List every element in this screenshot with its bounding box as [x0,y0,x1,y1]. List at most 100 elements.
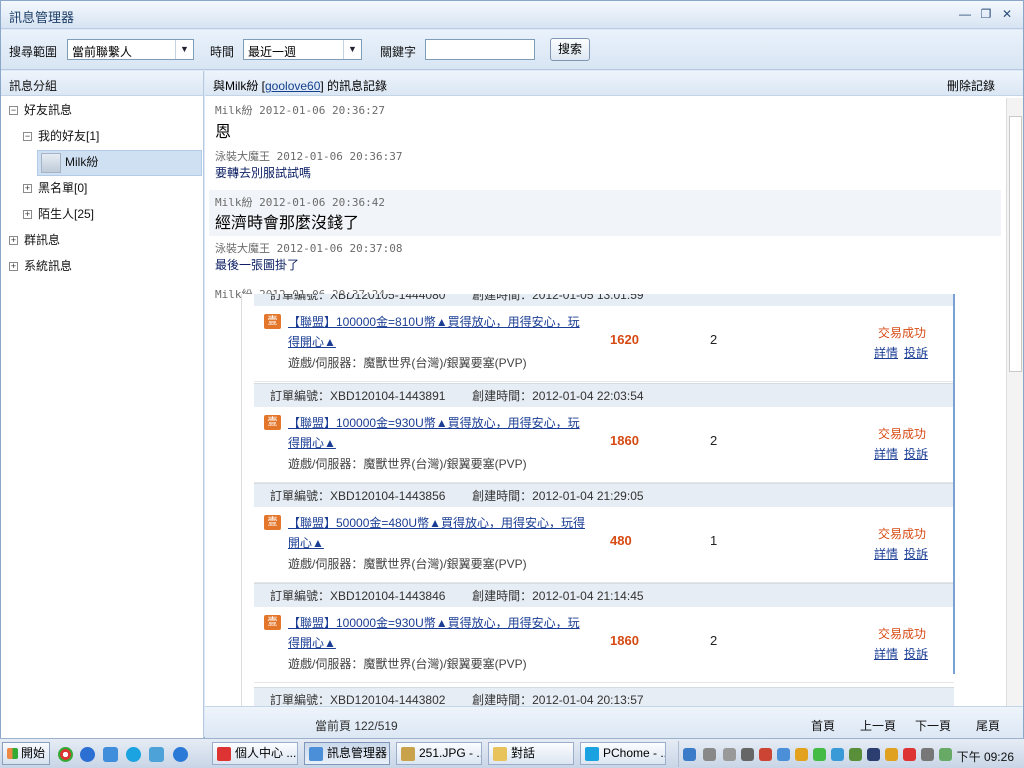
qq-icon[interactable] [795,748,808,761]
tree-blacklist[interactable]: + 黑名單[0] [23,176,87,200]
media-player-icon[interactable] [80,747,95,762]
task-personal-center[interactable]: 個人中心 ... [212,742,298,765]
messenger-icon [309,747,323,761]
collapse-icon[interactable]: − [9,106,18,116]
vertical-scrollbar[interactable] [1006,98,1023,706]
delete-records-link[interactable]: 刪除記錄 [947,77,995,94]
first-page-link[interactable]: 首頁 [811,717,835,734]
windows-flag-icon [7,748,18,759]
next-page-link[interactable]: 下一頁 [915,717,951,734]
app-icon[interactable] [103,747,118,762]
tray-app-icon[interactable] [813,748,826,761]
tray-app-icon[interactable] [939,748,952,761]
scrollbar-thumb[interactable] [1009,116,1022,372]
order-header: 訂單編號：XBD120104-1443856 創建時間：2012-01-04 2… [254,483,954,507]
product-link[interactable]: 【聯盟】50000金=480U幣▲買得放心，用得安心，玩得開心▲ [288,513,588,553]
shop-icon: 壹 [264,515,281,530]
tray-app-icon[interactable] [885,748,898,761]
complain-link[interactable]: 投訴 [904,547,928,561]
expand-icon[interactable]: + [9,262,18,272]
order-links: 詳情 投訴 [874,645,934,662]
scope-select[interactable]: 當前聯繫人 ▼ [67,39,194,60]
detail-link[interactable]: 詳情 [874,447,898,461]
detail-link[interactable]: 詳情 [874,547,898,561]
title-bar[interactable]: 訊息管理器 — ❐ ✕ [1,1,1023,29]
order-qty: 1 [710,533,718,548]
order-price: 1860 [610,633,639,648]
order-header: 訂單編號：XBD120104-1443891 創建時間：2012-01-04 2… [254,383,954,407]
embedded-order-image: 訂單編號：XBD120105-1444080 創建時間：2012-01-05 1… [241,294,955,706]
close-icon[interactable]: ✕ [1000,7,1014,21]
avatar [41,153,61,173]
message-time: 2012-01-06 20:36:37 [276,150,403,163]
order-row: 壹 【聯盟】100000金=930U幣▲買得放心，用得安心，玩得開心▲ 遊戲/伺… [254,407,954,483]
order-row: 壹 【聯盟】100000金=930U幣▲買得放心，用得安心，玩得開心▲ 遊戲/伺… [254,607,954,683]
tree-label: 系統訊息 [24,259,73,273]
folder-icon [493,747,507,761]
tray-app-icon[interactable] [831,748,844,761]
order-row: 壹 【聯盟】100000金=810U幣▲買得放心，用得安心，玩得開心▲ 遊戲/伺… [254,306,954,382]
detail-link[interactable]: 詳情 [874,647,898,661]
message-time: 2012-01-06 20:36:42 [259,196,385,209]
keyword-input[interactable] [425,39,535,60]
start-button[interactable]: 開始 [2,742,50,765]
restore-icon[interactable]: ❐ [979,7,993,21]
tree-friend-messages[interactable]: − 好友訊息 [9,98,72,122]
order-links: 詳情 投訴 [874,445,934,462]
tray-app-icon[interactable] [867,748,880,761]
message-text: 恩 [215,124,232,141]
order-created: 創建時間：2012-01-04 22:03:54 [472,389,644,403]
message-sender: Milk紛 [215,196,253,209]
shop-icon: 壹 [264,615,281,630]
time-select[interactable]: 最近一週 ▼ [243,39,362,60]
tray-app-icon[interactable] [903,748,916,761]
ie-icon[interactable] [173,747,188,762]
detail-link[interactable]: 詳情 [874,346,898,360]
chevron-down-icon[interactable]: ▼ [343,40,361,59]
search-toolbar: 搜尋範圍 當前聯繫人 ▼ 時間 最近一週 ▼ 關鍵字 搜索 [1,30,1023,70]
order-header: 訂單編號：XBD120104-1443802 創建時間：2012-01-04 2… [254,687,954,706]
collapse-icon[interactable]: − [23,132,32,142]
tray-app-icon[interactable] [683,748,696,761]
expand-icon[interactable]: + [23,184,32,194]
tray-app-icon[interactable] [849,748,862,761]
skype-icon[interactable] [126,747,141,762]
tray-app-icon[interactable] [759,748,772,761]
complain-link[interactable]: 投訴 [904,346,928,360]
tree-label: 黑名單[0] [38,181,88,195]
chrome-icon[interactable] [58,747,73,762]
tree-my-friends[interactable]: − 我的好友[1] [23,124,99,148]
tree-contact-milk[interactable]: Milk紛 [65,150,98,174]
shop-icon: 壹 [264,415,281,430]
messenger-icon[interactable] [149,747,164,762]
order-price: 1620 [610,332,639,347]
tree-label: Milk紛 [65,155,99,169]
minimize-icon[interactable]: — [958,7,972,21]
contact-id-link[interactable]: goolove60 [265,79,320,93]
tray-app-icon[interactable] [723,748,736,761]
message-meta: 泳裝大魔王 2012-01-06 20:37:08 [215,240,402,256]
tray-app-icon[interactable] [777,748,790,761]
tree-group-messages[interactable]: + 群訊息 [9,228,60,252]
search-button[interactable]: 搜索 [550,38,590,61]
complain-link[interactable]: 投訴 [904,647,928,661]
chevron-down-icon[interactable]: ▼ [175,40,193,59]
last-page-link[interactable]: 尾頁 [976,717,1000,734]
task-pchome[interactable]: PChome - ... [580,742,666,765]
tray-app-icon[interactable] [921,748,934,761]
tray-app-icon[interactable] [741,748,754,761]
product-link[interactable]: 【聯盟】100000金=930U幣▲買得放心，用得安心，玩得開心▲ [288,613,588,653]
prev-page-link[interactable]: 上一頁 [860,717,896,734]
expand-icon[interactable]: + [9,236,18,246]
task-chat[interactable]: 對話 [488,742,574,765]
expand-icon[interactable]: + [23,210,32,220]
product-link[interactable]: 【聯盟】100000金=810U幣▲買得放心，用得安心，玩得開心▲ [288,312,588,352]
tree-system-messages[interactable]: + 系統訊息 [9,254,72,278]
tray-app-icon[interactable] [703,748,716,761]
pager: 當前頁 122/519 首頁 上一頁 下一頁 尾頁 [205,706,1023,739]
complain-link[interactable]: 投訴 [904,447,928,461]
product-link[interactable]: 【聯盟】100000金=930U幣▲買得放心，用得安心，玩得開心▲ [288,413,588,453]
tree-strangers[interactable]: + 陌生人[25] [23,202,94,226]
task-image-viewer[interactable]: 251.JPG - ... [396,742,482,765]
task-message-manager[interactable]: 訊息管理器 [304,742,390,765]
